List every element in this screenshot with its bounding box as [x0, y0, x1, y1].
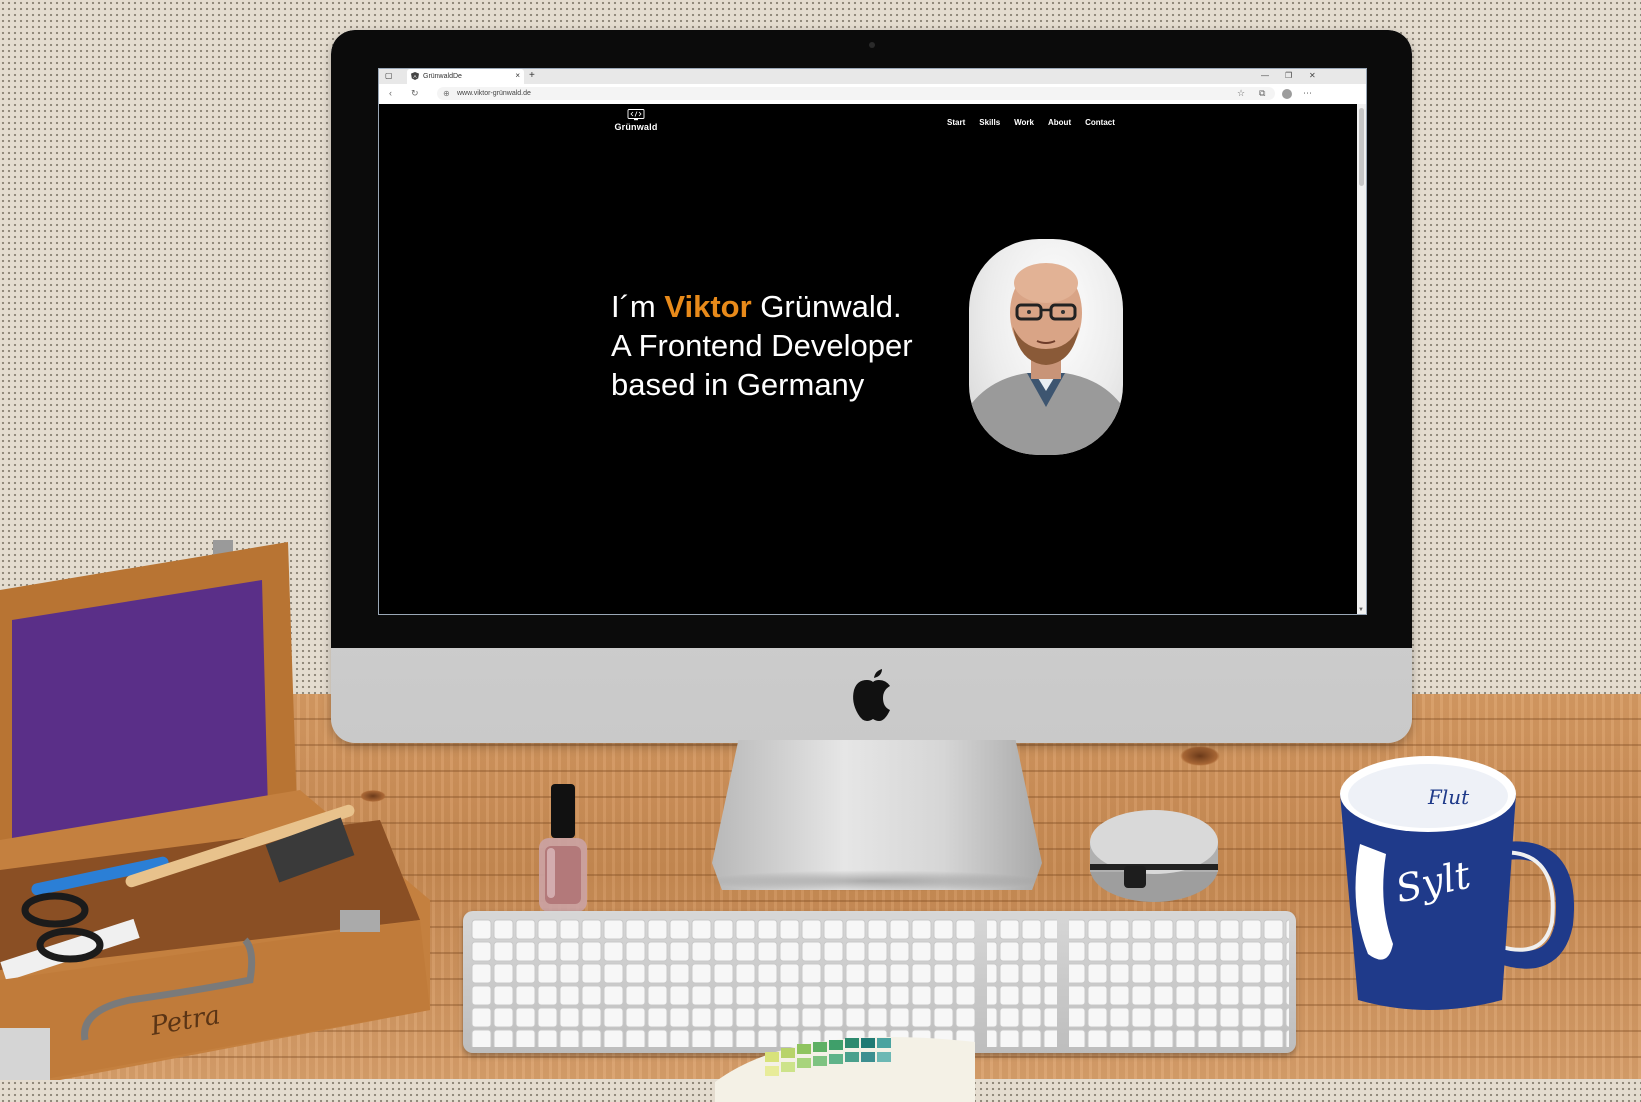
stand-shadow: [700, 870, 1045, 892]
hero-surname: Grünwald.: [751, 289, 902, 324]
imac-monitor: ▢ A GrünwaldDe × + — ❐ ✕ ‹ ↻ ⊕ www.vikto…: [331, 30, 1412, 743]
sylt-mug: Flut Sylt: [1340, 756, 1574, 1010]
hero-headline: I´m Viktor Grünwald. A Frontend Develope…: [611, 287, 913, 404]
maximize-button[interactable]: ❐: [1285, 70, 1292, 82]
more-icon[interactable]: ⋯: [1303, 88, 1312, 99]
nav-item-about[interactable]: About: [1048, 118, 1071, 127]
portrait-illustration: [969, 263, 1123, 455]
tab-title: GrünwaldDe: [423, 73, 462, 80]
minimize-button[interactable]: —: [1261, 70, 1269, 82]
wood-knot: [1180, 746, 1220, 766]
main-nav: Start Skills Work About Contact: [947, 118, 1115, 127]
nav-item-contact[interactable]: Contact: [1085, 118, 1115, 127]
hero-line-2: A Frontend Developer: [611, 328, 913, 363]
browser-titlebar: ▢ A GrünwaldDe × + — ❐ ✕: [379, 69, 1366, 84]
back-arrow-icon[interactable]: ‹: [389, 88, 392, 99]
site-logo[interactable]: Grünwald: [608, 109, 664, 139]
profile-portrait: [969, 239, 1123, 455]
wooden-toolbox: Petra: [0, 540, 430, 1080]
new-tab-button[interactable]: +: [529, 70, 535, 82]
hero-prefix: I´m: [611, 289, 665, 324]
tab-close-icon[interactable]: ×: [515, 71, 520, 81]
browser-window: ▢ A GrünwaldDe × + — ❐ ✕ ‹ ↻ ⊕ www.vikto…: [378, 68, 1367, 615]
nav-item-start[interactable]: Start: [947, 118, 965, 127]
browser-tab[interactable]: A GrünwaldDe ×: [407, 69, 524, 84]
refresh-icon[interactable]: ↻: [411, 88, 419, 99]
address-bar-row: ‹ ↻ ⊕ www.viktor-grünwald.de ☆ ⧉ ⋯: [379, 84, 1366, 105]
profile-icon[interactable]: [1282, 89, 1292, 99]
website-viewport: Grünwald Start Skills Work About Contact…: [379, 104, 1357, 614]
logo-text: Grünwald: [614, 122, 658, 132]
monitor-stand: [712, 740, 1042, 890]
hero-name-accent: Viktor: [664, 289, 752, 324]
page-scrollbar[interactable]: ▼: [1357, 104, 1366, 614]
nail-polish-bottle: [539, 784, 587, 912]
nav-item-skills[interactable]: Skills: [979, 118, 1000, 127]
url-text: www.viktor-grünwald.de: [457, 90, 531, 97]
url-input[interactable]: ⊕ www.viktor-grünwald.de: [437, 87, 1275, 100]
mug-text-top: Flut: [1427, 785, 1470, 809]
collections-icon[interactable]: ⧉: [1259, 88, 1265, 99]
color-swatch-fan: [715, 1037, 975, 1102]
star-icon[interactable]: ☆: [1237, 88, 1245, 99]
apple-logo-icon: [853, 669, 890, 721]
tab-actions-icon[interactable]: ▢: [385, 71, 393, 80]
silver-container: [1090, 810, 1218, 902]
globe-icon[interactable]: ⊕: [443, 89, 450, 98]
nav-item-work[interactable]: Work: [1014, 118, 1034, 127]
scroll-thumb[interactable]: [1359, 108, 1364, 186]
hero-line-3: based in Germany: [611, 367, 865, 402]
angular-favicon-icon: A: [411, 72, 419, 80]
close-window-button[interactable]: ✕: [1309, 70, 1316, 82]
camera-dot: [869, 42, 875, 48]
code-monitor-icon: [627, 109, 645, 121]
hero-line-1: I´m Viktor Grünwald.: [611, 287, 913, 326]
scroll-down-icon[interactable]: ▼: [1358, 607, 1364, 613]
monitor-bezel: ▢ A GrünwaldDe × + — ❐ ✕ ‹ ↻ ⊕ www.vikto…: [331, 30, 1412, 648]
